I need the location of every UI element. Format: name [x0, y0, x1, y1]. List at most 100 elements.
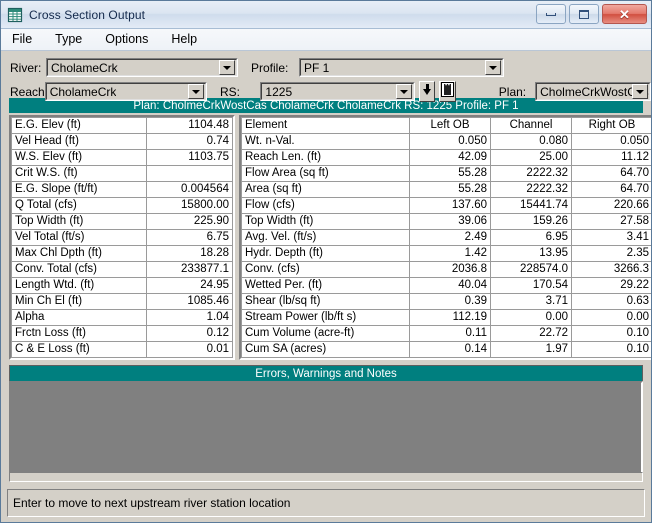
- element-row-right-ob[interactable]: 11.12: [571, 149, 651, 166]
- element-row-right-ob[interactable]: 0.10: [571, 341, 651, 358]
- element-row-channel[interactable]: 170.54: [490, 277, 572, 294]
- element-row-left-ob[interactable]: 112.19: [409, 309, 491, 326]
- element-row-channel[interactable]: 1.97: [490, 341, 572, 358]
- element-row-left-ob[interactable]: 0.14: [409, 341, 491, 358]
- river-dropdown[interactable]: CholameCrk: [46, 58, 238, 77]
- summary-row-value[interactable]: 1104.48: [145, 117, 234, 134]
- element-row-left-ob[interactable]: 0.39: [409, 293, 491, 310]
- element-row-left-ob[interactable]: 55.28: [409, 165, 491, 182]
- summary-row-value[interactable]: 225.90: [145, 213, 234, 230]
- profile-label: Profile:: [251, 60, 289, 75]
- summary-row-value[interactable]: 0.004564: [145, 181, 234, 198]
- element-row-left-ob[interactable]: 137.60: [409, 197, 491, 214]
- element-row-left-ob[interactable]: 40.04: [409, 277, 491, 294]
- chevron-down-icon[interactable]: [187, 84, 204, 99]
- errors-panel-body[interactable]: [9, 381, 643, 479]
- summary-row-value[interactable]: [145, 165, 234, 182]
- chevron-down-icon[interactable]: [396, 84, 413, 99]
- menu-item-help[interactable]: Help: [169, 31, 207, 48]
- element-row-left-ob[interactable]: 55.28: [409, 181, 491, 198]
- summary-row-value[interactable]: 6.75: [145, 229, 234, 246]
- element-row-right-ob[interactable]: 64.70: [571, 165, 651, 182]
- summary-row-value[interactable]: 233877.1: [145, 261, 234, 278]
- rs-value: 1225: [265, 84, 293, 99]
- element-row-left-ob[interactable]: 2.49: [409, 229, 491, 246]
- summary-row-label: Min Ch El (ft): [11, 293, 147, 310]
- profile-dropdown[interactable]: PF 1: [299, 58, 504, 77]
- element-row-channel[interactable]: 2222.32: [490, 165, 572, 182]
- column-header[interactable]: Channel: [490, 117, 572, 134]
- element-row-channel[interactable]: 0.080: [490, 133, 572, 150]
- element-row-channel[interactable]: 2222.32: [490, 181, 572, 198]
- element-row-left-ob[interactable]: 2036.8: [409, 261, 491, 278]
- rs-dropdown[interactable]: 1225: [260, 82, 416, 101]
- next-downstream-rs-button[interactable]: [419, 81, 436, 102]
- status-bar-container: Enter to move to next upstream river sta…: [7, 489, 645, 517]
- minimize-button[interactable]: [536, 4, 566, 24]
- summary-row-label: Max Chl Dpth (ft): [11, 245, 147, 262]
- summary-row-value[interactable]: 1103.75: [145, 149, 234, 166]
- summary-row-value[interactable]: 0.01: [145, 341, 234, 358]
- summary-row-value[interactable]: 0.12: [145, 325, 234, 342]
- menu-item-type[interactable]: Type: [53, 31, 92, 48]
- element-row-left-ob[interactable]: 0.050: [409, 133, 491, 150]
- element-row-right-ob[interactable]: 0.63: [571, 293, 651, 310]
- element-row-channel[interactable]: 15441.74: [490, 197, 572, 214]
- summary-row-label: Alpha: [11, 309, 147, 326]
- element-row-right-ob[interactable]: 0.050: [571, 133, 651, 150]
- summary-row-value[interactable]: 18.28: [145, 245, 234, 262]
- element-row-channel[interactable]: 159.26: [490, 213, 572, 230]
- element-row-right-ob[interactable]: 64.70: [571, 181, 651, 198]
- chevron-down-icon[interactable]: [632, 84, 648, 99]
- summary-row-value[interactable]: 24.95: [145, 277, 234, 294]
- element-row-label: Flow Area (sq ft): [241, 165, 410, 182]
- element-row-left-ob[interactable]: 0.11: [409, 325, 491, 342]
- element-row-left-ob[interactable]: 42.09: [409, 149, 491, 166]
- element-row-channel[interactable]: 6.95: [490, 229, 572, 246]
- element-row-channel[interactable]: 13.95: [490, 245, 572, 262]
- column-header[interactable]: Right OB: [571, 117, 651, 134]
- chevron-down-icon[interactable]: [485, 60, 501, 75]
- table-row: Conv. (cfs) 2036.8 228574.0 3266.3: [241, 261, 651, 278]
- element-row-right-ob[interactable]: 0.00: [571, 309, 651, 326]
- output-tables: E.G. Elev (ft) 1104.48 Vel Head (ft) 0.74 W.…: [9, 115, 651, 360]
- element-row-channel[interactable]: 22.72: [490, 325, 572, 342]
- element-row-channel[interactable]: 0.00: [490, 309, 572, 326]
- element-row-right-ob[interactable]: 29.22: [571, 277, 651, 294]
- element-row-left-ob[interactable]: 39.06: [409, 213, 491, 230]
- summary-row-value[interactable]: 1.04: [145, 309, 234, 326]
- element-row-channel[interactable]: 3.71: [490, 293, 572, 310]
- element-row-channel[interactable]: 25.00: [490, 149, 572, 166]
- maximize-icon: [579, 9, 589, 19]
- summary-row-label: Vel Total (ft/s): [11, 229, 147, 246]
- cross-section-icon: [441, 81, 455, 102]
- table-row: Cum SA (acres) 0.14 1.97 0.10: [241, 341, 651, 358]
- table-row: C & E Loss (ft) 0.01: [11, 341, 234, 358]
- maximize-button[interactable]: [569, 4, 599, 24]
- element-row-right-ob[interactable]: 220.66: [571, 197, 651, 214]
- chevron-down-icon[interactable]: [219, 60, 235, 75]
- close-button[interactable]: ✕: [602, 4, 647, 24]
- column-header[interactable]: Element: [241, 117, 410, 134]
- table-row: W.S. Elev (ft) 1103.75: [11, 149, 234, 166]
- element-row-label: Stream Power (lb/ft s): [241, 309, 410, 326]
- reach-dropdown[interactable]: CholameCrk: [44, 82, 207, 101]
- plan-dropdown[interactable]: CholmeCrkWostCas: [535, 82, 651, 101]
- summary-row-value[interactable]: 15800.00: [145, 197, 234, 214]
- summary-row-value[interactable]: 0.74: [145, 133, 234, 150]
- element-row-right-ob[interactable]: 3.41: [571, 229, 651, 246]
- plot-cross-section-button[interactable]: [439, 81, 456, 102]
- menu-item-options[interactable]: Options: [103, 31, 158, 48]
- element-row-right-ob[interactable]: 0.10: [571, 325, 651, 342]
- element-row-right-ob[interactable]: 2.35: [571, 245, 651, 262]
- element-row-right-ob[interactable]: 3266.3: [571, 261, 651, 278]
- element-row-channel[interactable]: 228574.0: [490, 261, 572, 278]
- minimize-icon: [546, 12, 556, 16]
- summary-row-value[interactable]: 1085.46: [145, 293, 234, 310]
- table-row: E.G. Slope (ft/ft) 0.004564: [11, 181, 234, 198]
- menu-bar: File Type Options Help: [1, 29, 651, 51]
- element-row-left-ob[interactable]: 1.42: [409, 245, 491, 262]
- column-header[interactable]: Left OB: [409, 117, 491, 134]
- element-row-right-ob[interactable]: 27.58: [571, 213, 651, 230]
- menu-item-file[interactable]: File: [10, 31, 42, 48]
